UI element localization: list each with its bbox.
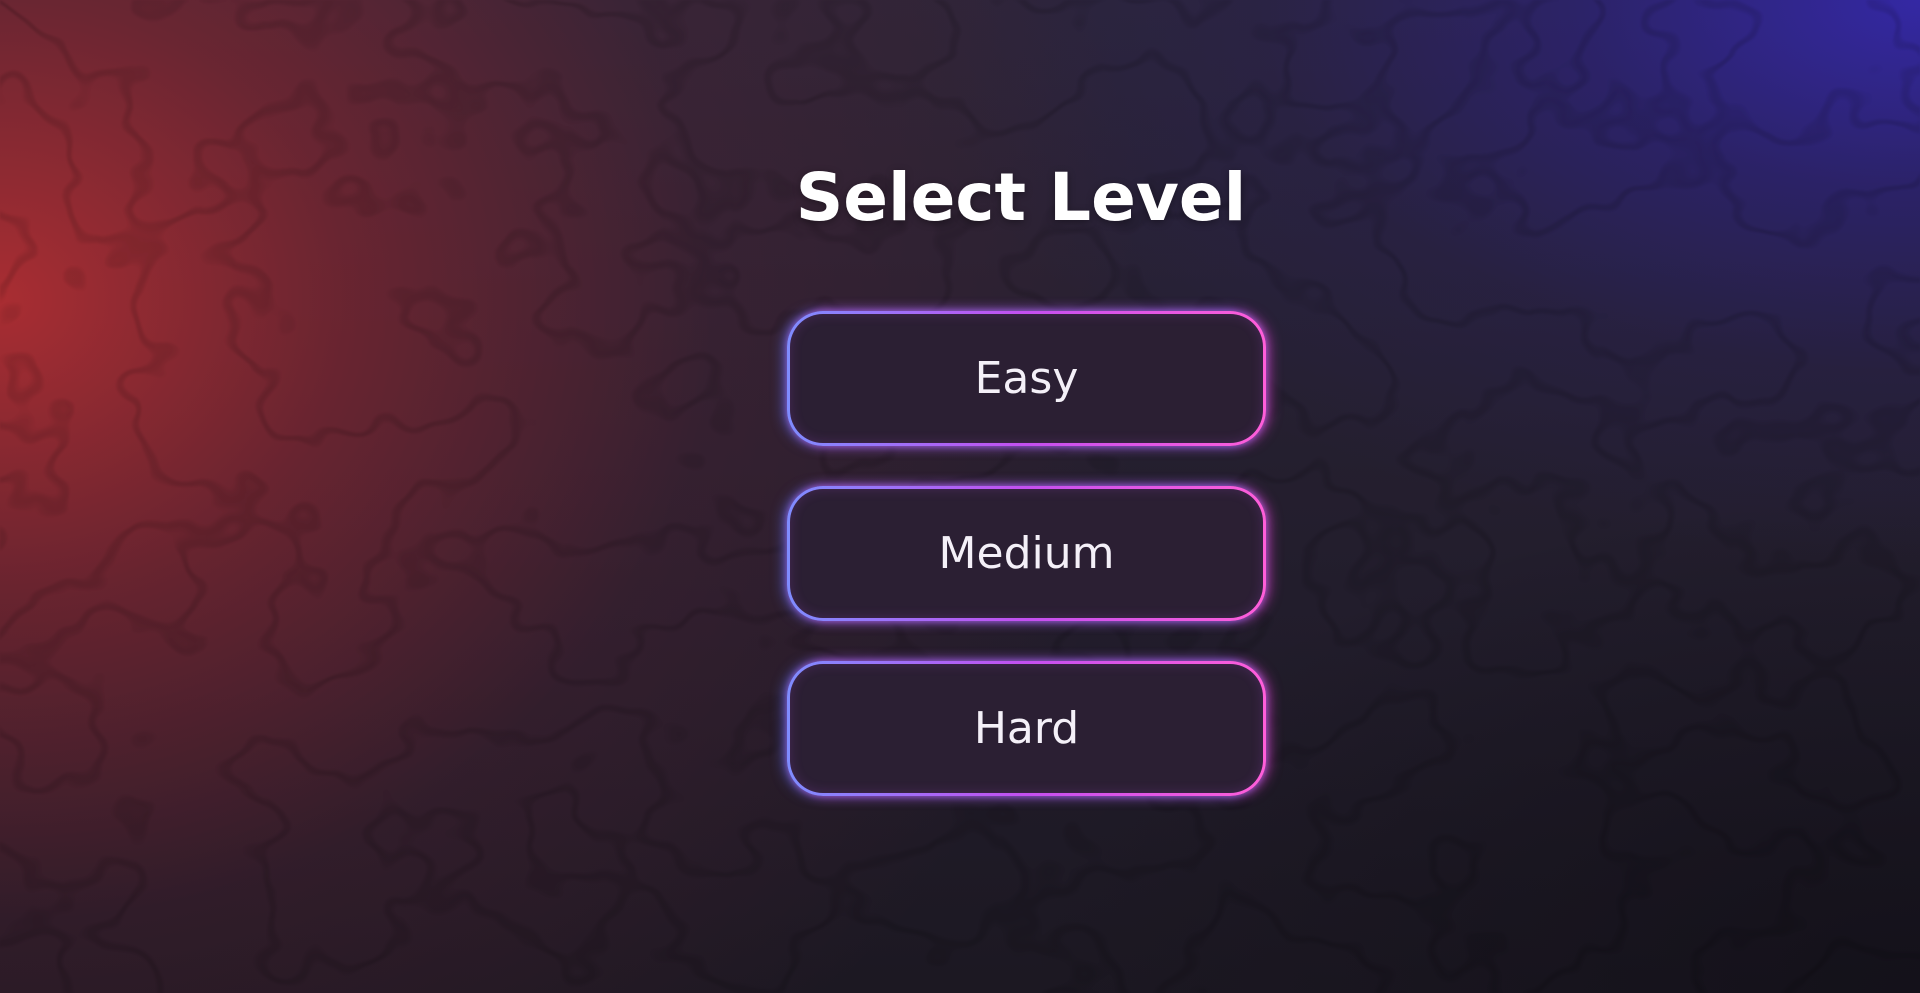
easy-level-label: Easy	[974, 352, 1079, 404]
hard-level-label: Hard	[973, 702, 1080, 754]
medium-level-label: Medium	[938, 527, 1115, 579]
hard-level-button[interactable]: Hard	[787, 661, 1266, 796]
medium-level-button[interactable]: Medium	[787, 486, 1266, 621]
easy-level-button[interactable]: Easy	[787, 311, 1266, 446]
page-title: Select Level	[795, 159, 1247, 236]
level-select-menu: Select Level Easy Medium Hard	[0, 0, 1920, 993]
game-screen: Select Level Easy Medium Hard	[0, 0, 1920, 993]
